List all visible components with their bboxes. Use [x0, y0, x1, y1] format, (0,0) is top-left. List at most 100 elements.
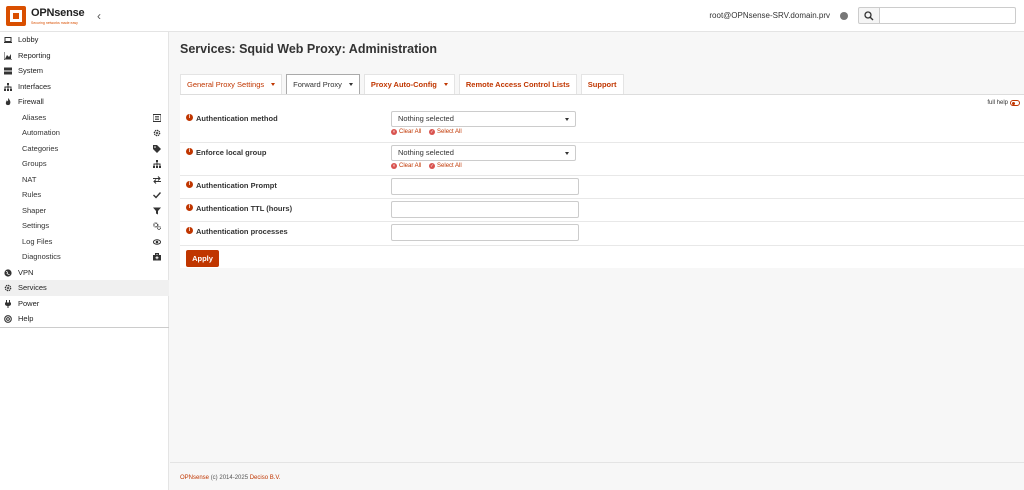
- tab-remote-access-control-lists[interactable]: Remote Access Control Lists: [458, 74, 577, 94]
- field-label: Authentication TTL (hours): [196, 204, 293, 213]
- top-bar: OPNsense Securing networks made easy ‹ r…: [0, 0, 1024, 32]
- cogs-icon: [153, 222, 161, 230]
- sidebar-item-nat[interactable]: NAT: [0, 172, 169, 188]
- times-circle-icon: ×: [391, 129, 397, 135]
- field-label: Authentication method: [196, 114, 278, 123]
- sidebar-item-lobby[interactable]: Lobby: [0, 32, 169, 48]
- info-icon[interactable]: i: [186, 114, 193, 121]
- enforce-local-group-select[interactable]: Nothing selected: [391, 145, 576, 161]
- sidebar-item-aliases[interactable]: Aliases: [0, 110, 169, 126]
- authentication-method-select[interactable]: Nothing selected: [391, 111, 576, 127]
- authentication-ttl-input[interactable]: [391, 201, 579, 218]
- sidebar-item-reporting[interactable]: Reporting: [0, 48, 169, 64]
- tab-proxy-auto-config[interactable]: Proxy Auto-Config: [363, 74, 455, 94]
- caret-down-icon: [271, 83, 276, 86]
- footer-copyright: (c) 2014-2025: [210, 475, 249, 481]
- user-label[interactable]: root@OPNsense-SRV.domain.prv: [709, 11, 830, 20]
- sidebar-item-categories[interactable]: Categories: [0, 141, 169, 157]
- caret-down-icon: [348, 83, 353, 86]
- field-row-enforce-local-group: i Enforce local group Nothing selected ×…: [180, 143, 1024, 176]
- area-chart-icon: [4, 51, 12, 60]
- laptop-icon: [4, 37, 12, 43]
- tab-forward-proxy[interactable]: Forward Proxy: [286, 74, 360, 95]
- main-content: Services: Squid Web Proxy: Administratio…: [170, 32, 1024, 460]
- info-icon[interactable]: i: [186, 227, 193, 234]
- full-help-toggle[interactable]: [1010, 100, 1020, 106]
- cog-icon: [153, 129, 161, 137]
- sidebar-item-firewall[interactable]: Firewall: [0, 94, 169, 110]
- field-row-authentication-processes: i Authentication processes: [180, 222, 1024, 246]
- footer-company-link[interactable]: Deciso B.V.: [250, 475, 281, 481]
- select-links: × Clear All ✓ Select All: [391, 163, 468, 169]
- footer-text: OPNsense (c) 2014-2025 Deciso B.V.: [180, 475, 281, 481]
- field-label: Authentication Prompt: [196, 181, 277, 190]
- sidebar-item-log-files[interactable]: Log Files: [0, 234, 169, 250]
- sidebar-item-power[interactable]: Power: [0, 296, 169, 312]
- opnsense-logo[interactable]: OPNsense Securing networks made easy: [5, 5, 95, 29]
- sidebar-item-rules[interactable]: Rules: [0, 187, 169, 203]
- logo-tagline: Securing networks made easy: [31, 21, 78, 25]
- full-help-label: full help: [987, 100, 1008, 106]
- search-icon: [864, 11, 874, 21]
- check-circle-icon: ✓: [429, 163, 436, 169]
- fire-icon: [5, 98, 11, 106]
- tab-support[interactable]: Support: [580, 74, 624, 94]
- tags-icon: [153, 144, 161, 153]
- sidebar-item-help[interactable]: Help: [0, 311, 169, 327]
- footer-brand-link[interactable]: OPNsense: [180, 475, 209, 481]
- times-circle-icon: ×: [391, 163, 397, 169]
- sitemap-icon: [153, 160, 161, 168]
- check-icon: [153, 192, 161, 199]
- logo-mark-icon: [6, 6, 26, 26]
- search-button[interactable]: [858, 7, 880, 24]
- sidebar-item-interfaces[interactable]: Interfaces: [0, 79, 169, 95]
- clear-all-link[interactable]: × Clear All: [391, 163, 421, 169]
- tab-general-proxy-settings[interactable]: General Proxy Settings: [180, 74, 283, 94]
- sidebar-item-services[interactable]: Services: [0, 280, 169, 296]
- sidebar-item-system[interactable]: System: [0, 63, 169, 79]
- sitemap-icon: [4, 82, 12, 91]
- settings-panel: full help i Authentication method Nothin…: [180, 94, 1024, 268]
- select-links: × Clear All ✓ Select All: [391, 129, 468, 135]
- cog-icon: [4, 284, 12, 292]
- life-ring-icon: [4, 315, 12, 323]
- apply-button[interactable]: Apply: [186, 250, 219, 267]
- footer: OPNsense (c) 2014-2025 Deciso B.V.: [170, 462, 1024, 490]
- caret-down-icon: [565, 118, 569, 121]
- tab-bar: General Proxy Settings Forward Proxy Pro…: [180, 74, 628, 95]
- sidebar-item-settings[interactable]: Settings: [0, 218, 169, 234]
- filter-icon: [153, 207, 161, 214]
- field-row-authentication-method: i Authentication method Nothing selected…: [180, 109, 1024, 143]
- search-input[interactable]: [880, 7, 1016, 24]
- authentication-prompt-input[interactable]: [391, 178, 579, 195]
- sidebar-item-vpn[interactable]: VPN: [0, 265, 169, 281]
- sidebar-divider: [0, 327, 169, 328]
- check-circle-icon: ✓: [429, 129, 436, 135]
- authentication-processes-input[interactable]: [391, 224, 579, 241]
- sidebar-item-shaper[interactable]: Shaper: [0, 203, 169, 219]
- exchange-icon: [153, 175, 161, 184]
- clear-all-link[interactable]: × Clear All: [391, 129, 421, 135]
- status-dot-icon[interactable]: [840, 12, 848, 20]
- caret-down-icon: [565, 152, 569, 155]
- select-all-link[interactable]: ✓ Select All: [429, 163, 462, 169]
- info-icon[interactable]: i: [186, 204, 193, 211]
- sidebar-item-diagnostics[interactable]: Diagnostics: [0, 249, 169, 265]
- medkit-icon: [153, 253, 161, 261]
- logo-wordmark: OPNsense: [31, 7, 85, 19]
- server-icon: [4, 67, 12, 75]
- field-row-authentication-ttl: i Authentication TTL (hours): [180, 199, 1024, 222]
- globe-icon: [4, 268, 12, 277]
- sidebar: Lobby Reporting System Interfaces Firewa…: [0, 32, 169, 490]
- field-label: Enforce local group: [196, 148, 267, 157]
- sidebar-item-automation[interactable]: Automation: [0, 125, 169, 141]
- chevron-left-icon[interactable]: ‹: [97, 9, 107, 23]
- list-alt-icon: [153, 113, 161, 122]
- field-label: Authentication processes: [196, 227, 288, 236]
- plug-icon: [5, 299, 11, 308]
- sidebar-item-groups[interactable]: Groups: [0, 156, 169, 172]
- field-row-authentication-prompt: i Authentication Prompt: [180, 176, 1024, 199]
- select-all-link[interactable]: ✓ Select All: [429, 129, 462, 135]
- info-icon[interactable]: i: [186, 181, 193, 188]
- info-icon[interactable]: i: [186, 148, 193, 155]
